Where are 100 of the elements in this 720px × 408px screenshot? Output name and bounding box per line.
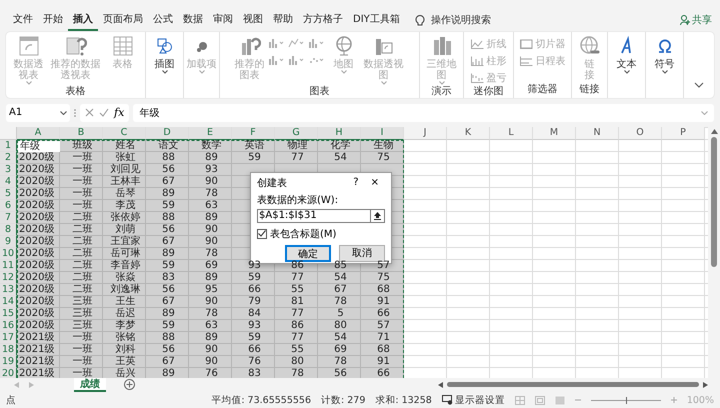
menu-tab[interactable]: 方方格子: [298, 8, 348, 30]
row-header[interactable]: 12: [0, 272, 17, 284]
checkbox[interactable]: [257, 228, 267, 239]
table-cell-text: 2020级: [18, 296, 56, 308]
menu-tab[interactable]: 开始: [38, 8, 68, 30]
column-header[interactable]: P: [662, 126, 705, 140]
row-header[interactable]: 6: [0, 200, 17, 212]
menu-tab[interactable]: 审阅: [208, 8, 238, 30]
person-add-icon: [680, 14, 690, 24]
row-header[interactable]: 4: [0, 176, 17, 188]
table-cell-text: 69: [204, 260, 219, 272]
search-field[interactable]: 操作说明搜索: [430, 12, 491, 26]
row-header[interactable]: 8: [0, 224, 17, 236]
ribbon-button[interactable]: 文本: [610, 35, 642, 83]
column-header[interactable]: A: [17, 126, 60, 140]
table-cell-text: 76: [247, 356, 262, 368]
row-header[interactable]: 16: [0, 320, 17, 332]
name-box[interactable]: A1: [6, 104, 70, 122]
caret-icon: [162, 70, 168, 74]
row-header[interactable]: 3: [0, 164, 17, 176]
column-header[interactable]: H: [318, 126, 361, 140]
caret-icon[interactable]: [60, 110, 67, 115]
horizontal-scrollbar[interactable]: [438, 380, 708, 390]
table-cell-text: 89: [161, 188, 176, 200]
table-cell-text: 2020级: [18, 272, 56, 284]
table-cell-text: 85: [333, 260, 348, 272]
sheet-tab[interactable]: 成绩: [74, 378, 106, 392]
group-label: 表格: [64, 85, 86, 98]
page-break-icon[interactable]: [554, 396, 565, 405]
menu-tab[interactable]: 帮助: [268, 8, 298, 30]
column-header[interactable]: L: [490, 126, 533, 140]
row-header[interactable]: 15: [0, 308, 17, 320]
menu-tab[interactable]: 公式: [148, 8, 178, 30]
table-cell-text: 68: [376, 284, 391, 296]
select-all-corner[interactable]: [0, 126, 17, 140]
column-header[interactable]: G: [275, 126, 318, 140]
help-button[interactable]: ?: [347, 174, 365, 192]
collapse-ribbon-icon[interactable]: [694, 82, 704, 88]
column-header[interactable]: K: [447, 126, 490, 140]
table-cell-text: 李音婷: [110, 260, 142, 272]
row-header[interactable]: 17: [0, 332, 17, 344]
row-header[interactable]: 2: [0, 152, 17, 164]
scroll-left-icon[interactable]: [438, 382, 443, 388]
menu-tab[interactable]: 视图: [238, 8, 268, 30]
row-header[interactable]: 19: [0, 356, 17, 368]
scroll-up-icon[interactable]: [710, 128, 718, 134]
share-button[interactable]: 共享: [680, 12, 712, 26]
table-cell-text: 67: [161, 356, 176, 368]
ribbon-button[interactable]: 插图: [148, 35, 180, 83]
cancel-icon[interactable]: [85, 108, 94, 118]
normal-view-icon[interactable]: [514, 396, 525, 405]
table-cell-text: 69: [333, 344, 348, 356]
table-cell-text: 77: [290, 152, 305, 164]
column-header[interactable]: C: [103, 126, 146, 140]
collapse-dialog-button[interactable]: [371, 208, 385, 223]
row-header[interactable]: 20: [0, 368, 17, 378]
row-header[interactable]: 13: [0, 284, 17, 296]
range-input-field[interactable]: $A$1:$I$31: [257, 208, 371, 223]
column-header[interactable]: M: [533, 126, 576, 140]
page-layout-icon[interactable]: [534, 396, 545, 405]
add-sheet-icon[interactable]: [124, 379, 135, 390]
row-header[interactable]: 7: [0, 212, 17, 224]
column-chart-icon: [470, 56, 484, 66]
table-cell-text: 57: [376, 320, 391, 332]
enter-icon[interactable]: [99, 108, 109, 118]
insert-function-button[interactable]: fx: [114, 106, 124, 120]
column-header[interactable]: I: [361, 126, 404, 140]
formula-field[interactable]: 年级: [133, 104, 714, 122]
row-header[interactable]: 1: [0, 140, 17, 152]
row-header[interactable]: 9: [0, 236, 17, 248]
menu-tab[interactable]: 文件: [8, 8, 38, 30]
table-cell-text: 5: [336, 308, 345, 320]
column-header[interactable]: J: [404, 126, 447, 140]
dialog-button[interactable]: 取消: [339, 244, 385, 262]
menu-tab[interactable]: DIY工具箱: [348, 8, 405, 30]
column-header[interactable]: B: [60, 126, 103, 140]
group-label: 链接: [578, 83, 600, 96]
expand-icon[interactable]: [701, 110, 708, 115]
ribbon-button[interactable]: 符号: [648, 35, 680, 83]
row-header[interactable]: 11: [0, 260, 17, 272]
menu-tab[interactable]: 数据: [178, 8, 208, 30]
column-header[interactable]: F: [232, 126, 275, 140]
column-header[interactable]: D: [146, 126, 189, 140]
column-header[interactable]: E: [189, 126, 232, 140]
column-header[interactable]: O: [619, 126, 662, 140]
row-header[interactable]: 10: [0, 248, 17, 260]
zoom-in-icon[interactable]: [670, 397, 677, 404]
zoom-out-icon[interactable]: [574, 397, 581, 404]
row-header[interactable]: 18: [0, 344, 17, 356]
dialog-button[interactable]: 确定: [285, 244, 331, 262]
table-cell-text: 2020级: [18, 200, 56, 212]
column-header[interactable]: N: [576, 126, 619, 140]
source-label: 表数据的来源(W):: [257, 194, 340, 207]
row-header[interactable]: 5: [0, 188, 17, 200]
display-settings-button[interactable]: 显示器设置: [442, 394, 505, 407]
scroll-right-icon[interactable]: [703, 382, 708, 388]
close-button[interactable]: ×: [364, 174, 385, 192]
menu-tab[interactable]: 页面布局: [98, 8, 148, 30]
table-cell-text: 2020级: [18, 248, 56, 260]
row-header[interactable]: 14: [0, 296, 17, 308]
